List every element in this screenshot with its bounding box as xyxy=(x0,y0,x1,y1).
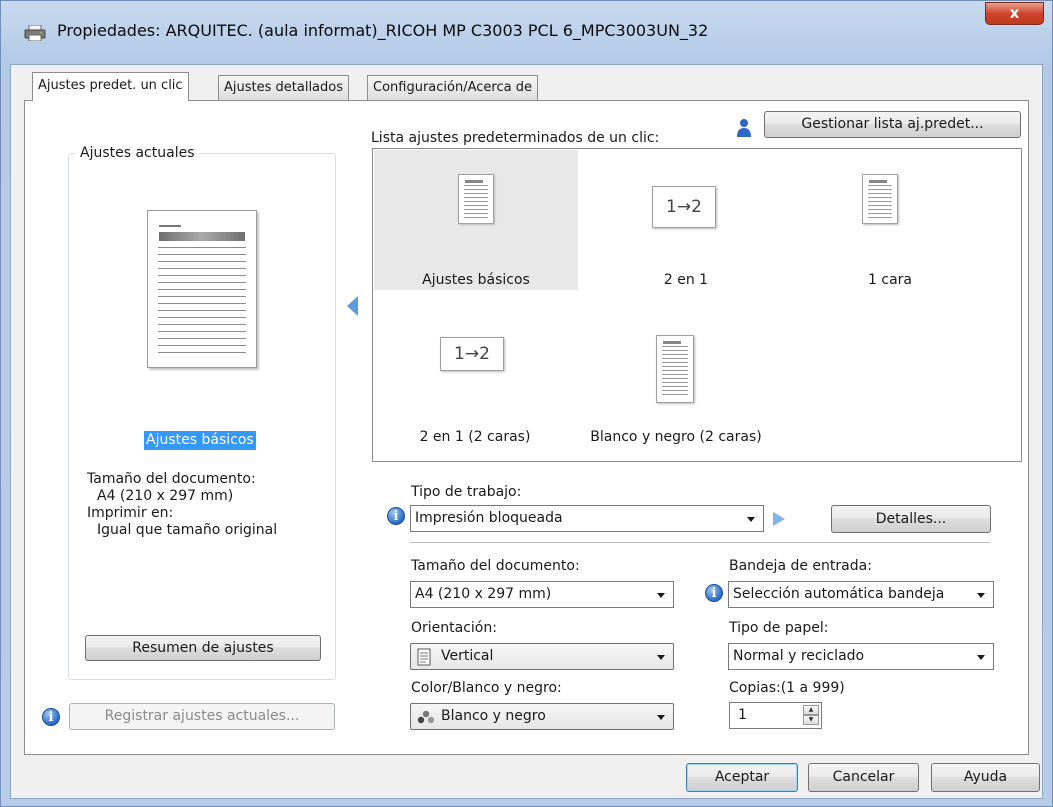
paper-type-select[interactable]: Normal y reciclado xyxy=(728,643,994,670)
two-in-one-duplex-icon: 1→2 xyxy=(440,337,504,371)
printer-icon xyxy=(24,25,46,41)
doc-size-summary-value: A4 (210 x 297 mm) xyxy=(97,488,234,504)
two-in-one-icon: 1→2 xyxy=(652,186,716,228)
separator xyxy=(410,542,990,544)
info-icon: i xyxy=(705,584,723,602)
document-preview-icon xyxy=(147,210,257,368)
doc-size-value: A4 (210 x 297 mm) xyxy=(415,586,552,602)
close-button[interactable]: x xyxy=(985,2,1044,25)
doc-size-select[interactable]: A4 (210 x 297 mm) xyxy=(410,581,674,608)
orientation-value: Vertical xyxy=(441,648,494,664)
paper-type-value: Normal y reciclado xyxy=(733,648,865,664)
color-mode-value: Blanco y negro xyxy=(441,708,546,724)
info-icon: i xyxy=(387,507,405,525)
tab-detailed-settings[interactable]: Ajustes detallados xyxy=(218,75,349,100)
preset-basic-settings[interactable]: Ajustes básicos xyxy=(374,150,578,290)
chevron-down-icon xyxy=(747,517,755,522)
preset-two-in-one-duplex[interactable]: 1→2 2 en 1 (2 caras) xyxy=(395,325,555,450)
color-mode-select[interactable]: Blanco y negro xyxy=(410,703,674,730)
paper-type-label: Tipo de papel: xyxy=(729,620,829,636)
input-tray-label: Bandeja de entrada: xyxy=(729,558,872,574)
arrow-right-icon[interactable] xyxy=(773,512,785,526)
copies-value: 1 xyxy=(738,707,747,723)
doc-size-summary-label: Tamaño del documento: xyxy=(87,471,256,487)
preset-two-in-one[interactable]: 1→2 2 en 1 xyxy=(581,150,791,290)
preset-label: Blanco y negro (2 caras) xyxy=(590,429,762,445)
preset-black-white-duplex[interactable]: Blanco y negro (2 caras) xyxy=(566,325,786,450)
current-settings-title: Ajustes actuales xyxy=(76,145,199,161)
manage-preset-list-button[interactable]: Gestionar lista aj.predet... xyxy=(764,111,1021,138)
preset-label: Ajustes básicos xyxy=(422,272,530,288)
tab-configuration-about[interactable]: Configuración/Acerca de xyxy=(367,75,538,100)
preset-one-sided[interactable]: 1 cara xyxy=(795,150,985,290)
decrement-icon[interactable]: ▼ xyxy=(803,715,819,725)
color-mode-label: Color/Blanco y negro: xyxy=(411,680,562,696)
copies-stepper[interactable]: 1 ▲ ▼ xyxy=(729,702,822,729)
input-tray-select[interactable]: Selección automática bandeja xyxy=(728,581,994,608)
increment-icon[interactable]: ▲ xyxy=(803,705,819,715)
input-tray-value: Selección automática bandeja xyxy=(733,586,945,602)
job-type-label: Tipo de trabajo: xyxy=(411,484,522,500)
preset-label: 2 en 1 (2 caras) xyxy=(419,429,531,445)
document-icon xyxy=(458,174,494,224)
print-on-summary-value: Igual que tamaño original xyxy=(97,522,278,538)
preset-list-label: Lista ajustes predeterminados de un clic… xyxy=(371,130,660,146)
document-icon xyxy=(862,174,898,224)
current-preset-name: Ajustes básicos xyxy=(144,431,256,450)
copies-label: Copias:(1 a 999) xyxy=(729,680,845,696)
chevron-down-icon xyxy=(657,655,665,660)
settings-summary-button[interactable]: Resumen de ajustes xyxy=(85,635,321,661)
cancel-button[interactable]: Cancelar xyxy=(808,763,919,792)
preset-label: 2 en 1 xyxy=(663,272,709,288)
chevron-down-icon xyxy=(977,655,985,660)
details-button[interactable]: Detalles... xyxy=(831,505,991,533)
register-current-settings-button[interactable]: Registrar ajustes actuales... xyxy=(69,703,335,730)
chevron-down-icon xyxy=(657,715,665,720)
help-button[interactable]: Ayuda xyxy=(931,763,1040,792)
job-type-select[interactable]: Impresión bloqueada xyxy=(410,505,764,532)
portrait-orientation-icon xyxy=(417,648,431,666)
duplex-document-icon xyxy=(656,335,694,403)
chevron-down-icon xyxy=(657,593,665,598)
orientation-select[interactable]: Vertical xyxy=(410,643,674,670)
tab-one-click-presets[interactable]: Ajustes predet. un clic xyxy=(32,72,189,101)
job-type-value: Impresión bloqueada xyxy=(415,510,563,526)
chevron-down-icon xyxy=(977,593,985,598)
info-icon: i xyxy=(42,708,60,726)
black-white-icon xyxy=(417,710,435,724)
doc-size-label: Tamaño del documento: xyxy=(411,558,580,574)
print-on-summary-label: Imprimir en: xyxy=(87,505,174,521)
preset-label: 1 cara xyxy=(868,272,912,288)
window-title: Propiedades: ARQUITEC. (aula informat)_R… xyxy=(57,21,709,40)
collapse-arrow-icon[interactable] xyxy=(347,296,358,316)
user-icon xyxy=(737,119,751,137)
ok-button[interactable]: Aceptar xyxy=(686,763,798,792)
orientation-label: Orientación: xyxy=(411,620,497,636)
